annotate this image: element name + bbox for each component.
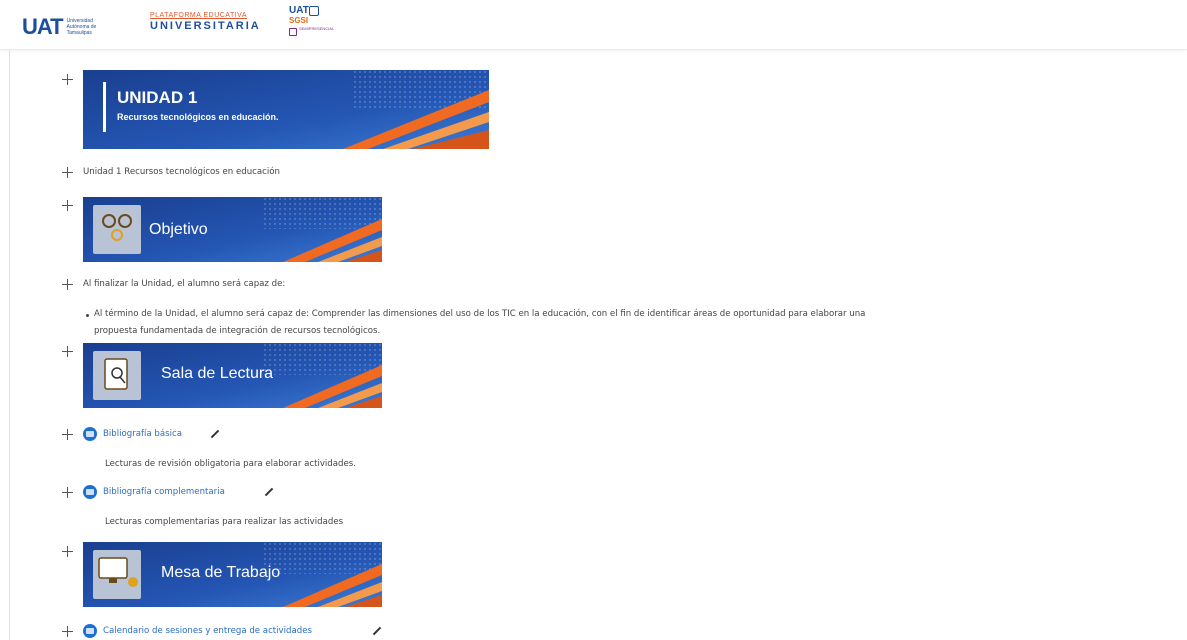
edit-pencil-icon[interactable] [210, 430, 219, 439]
bullet [86, 314, 89, 317]
move-handle-icon[interactable] [62, 200, 73, 211]
objetivo-banner-title: Objetivo [149, 221, 208, 238]
move-handle-icon[interactable] [62, 429, 73, 440]
folder-icon [83, 624, 97, 638]
uat-logo-mark: UAT [22, 14, 64, 39]
unidad-banner: UNIDAD 1 Recursos tecnológicos en educac… [83, 70, 489, 149]
edit-pencil-icon[interactable] [372, 627, 381, 636]
sgsi-logo: UAT SGSI SEMIPRESENCIAL [289, 6, 337, 44]
uat-logo[interactable]: UAT Universidad Autónoma de Tamaulipas [22, 14, 105, 40]
move-handle-icon[interactable] [62, 546, 73, 557]
left-rail [9, 50, 10, 640]
folder-icon [83, 485, 97, 499]
sala-lectura-banner-title: Sala de Lectura [161, 365, 274, 382]
sgsi-logo-line3: SEMIPRESENCIAL [299, 26, 335, 31]
edit-pencil-icon[interactable] [264, 488, 273, 497]
objective-text-line1: Al término de la Unidad, el alumno será … [94, 309, 866, 319]
move-handle-icon[interactable] [62, 626, 73, 637]
unidad-banner-title: UNIDAD 1 [117, 88, 198, 107]
lock-icon [309, 6, 319, 16]
computer-user-icon [93, 550, 141, 599]
move-handle-icon[interactable] [62, 279, 73, 290]
objective-intro: Al finalizar la Unidad, el alumno será c… [83, 279, 286, 289]
bibliografia-complementaria-link[interactable]: Bibliografía complementaria [103, 487, 225, 497]
plataforma-educativa-logo[interactable]: PLATAFORMA EDUCATIVA UNIVERSITARIA [150, 12, 261, 32]
plataforma-logo-line1: PLATAFORMA EDUCATIVA [150, 12, 247, 19]
site-header: UAT Universidad Autónoma de Tamaulipas P… [0, 0, 1187, 50]
unit-label: Unidad 1 Recursos tecnológicos en educac… [83, 167, 280, 177]
move-handle-icon[interactable] [62, 167, 73, 178]
calendario-link[interactable]: Calendario de sesiones y entrega de acti… [103, 626, 312, 636]
move-handle-icon[interactable] [62, 487, 73, 498]
sgsi-logo-line2: SGSI [289, 16, 309, 25]
plataforma-logo-line2: UNIVERSITARIA [150, 20, 261, 32]
gears-icon [93, 205, 141, 254]
objective-text-line2: propuesta fundamentada de integración de… [94, 326, 381, 336]
folder-icon [83, 427, 97, 441]
unidad-banner-subtitle: Recursos tecnológicos en educación. [117, 112, 279, 122]
bibliografia-basica-link[interactable]: Bibliografía básica [103, 429, 182, 439]
semipresencial-icon [289, 28, 297, 36]
mesa-trabajo-banner-title: Mesa de Trabajo [161, 564, 281, 581]
move-handle-icon[interactable] [62, 74, 73, 85]
bibliografia-complementaria-description: Lecturas complementarias para realizar l… [105, 517, 344, 527]
uat-logo-subtitle: Universidad Autónoma de Tamaulipas [66, 18, 97, 36]
bibliografia-basica-description: Lecturas de revisión obligatoria para el… [105, 459, 356, 469]
move-handle-icon[interactable] [62, 346, 73, 357]
book-search-icon [93, 351, 141, 400]
